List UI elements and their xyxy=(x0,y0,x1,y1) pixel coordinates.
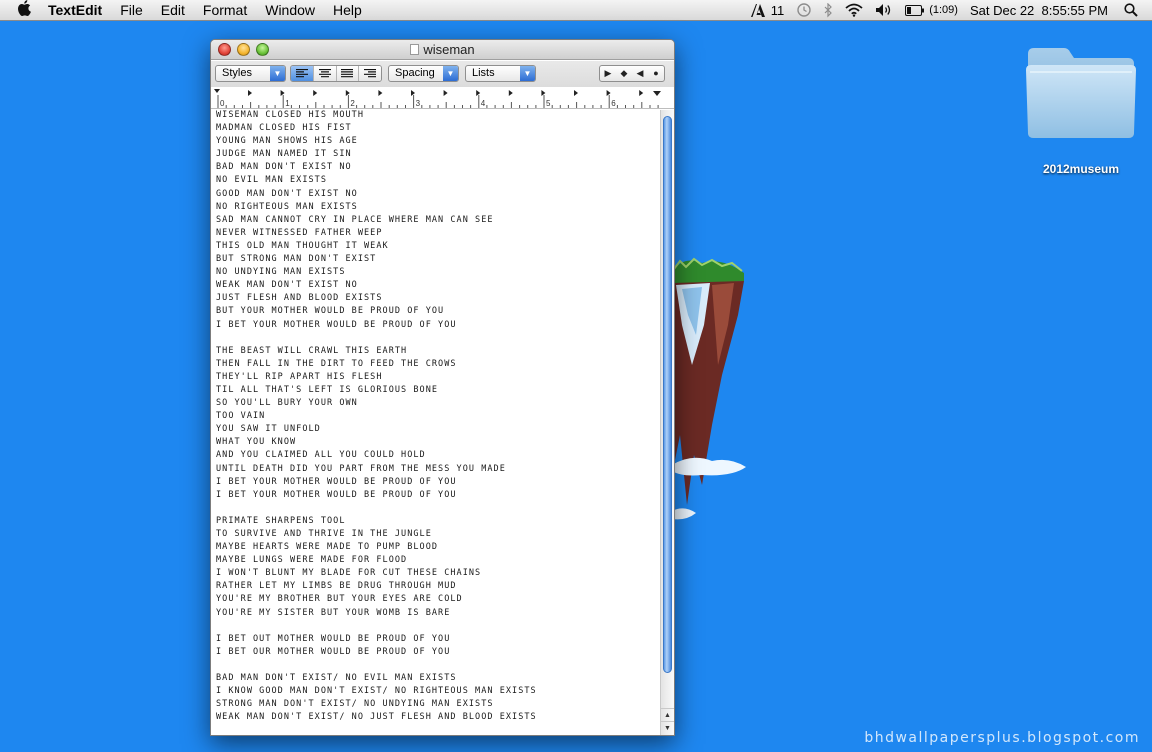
ruler-label: 5 xyxy=(546,99,551,108)
apple-menu-icon[interactable] xyxy=(0,0,48,21)
window-titlebar[interactable]: wiseman xyxy=(211,40,674,60)
menu-window[interactable]: Window xyxy=(256,0,324,21)
align-left-icon xyxy=(295,69,308,78)
tab-stop-marker[interactable] xyxy=(248,90,252,96)
window-title-text: wiseman xyxy=(423,42,475,57)
menu-file[interactable]: File xyxy=(111,0,152,21)
format-toolbar: Styles ▼ Spacing ▼ Lists ▼ ▶ ◆ ◀ ● xyxy=(211,61,674,87)
menu-extras: 11 (1:09) Sat Dec 22 8:55:55 PM xyxy=(745,0,1152,21)
bluetooth-icon[interactable] xyxy=(818,0,839,21)
menu-bar: TextEdit File Edit Format Window Help 11… xyxy=(0,0,1152,21)
tab-stop-marker[interactable] xyxy=(476,90,481,96)
right-tab-stop-icon[interactable]: ◀ xyxy=(632,66,648,81)
menu-format[interactable]: Format xyxy=(194,0,256,21)
align-right-icon xyxy=(364,69,377,78)
scroll-up-arrow-icon[interactable]: ▲ xyxy=(661,708,674,721)
tab-stop-marker[interactable] xyxy=(443,90,448,96)
tab-stop-controls: ▶ ◆ ◀ ● xyxy=(599,65,665,82)
battery-icon[interactable] xyxy=(899,0,927,21)
tab-stop-marker[interactable] xyxy=(639,90,644,96)
vertical-scrollbar[interactable]: ▲ ▼ xyxy=(660,110,674,735)
ruler-label: 2 xyxy=(350,99,355,108)
tab-stop-marker[interactable] xyxy=(378,90,383,96)
ruler-label: 1 xyxy=(285,99,290,108)
tab-stop-marker[interactable] xyxy=(541,90,546,96)
tab-stop-marker[interactable] xyxy=(606,90,611,96)
decimal-tab-stop-icon[interactable]: ● xyxy=(648,66,664,81)
tab-stop-marker[interactable] xyxy=(411,90,415,96)
align-center-icon xyxy=(318,69,331,78)
window-title: wiseman xyxy=(211,40,674,60)
desktop-folder-label[interactable]: 2012museum xyxy=(1010,162,1152,176)
tab-stop-marker[interactable] xyxy=(574,90,578,96)
menu-edit[interactable]: Edit xyxy=(152,0,194,21)
clock[interactable]: Sat Dec 22 8:55:55 PM xyxy=(964,0,1118,21)
spotlight-search-icon[interactable] xyxy=(1118,0,1152,21)
ruler-label: 6 xyxy=(611,99,616,108)
ruler-label: 0 xyxy=(220,99,225,108)
lists-popup[interactable]: Lists ▼ xyxy=(465,65,536,82)
wifi-icon[interactable] xyxy=(839,0,869,21)
left-tab-stop-icon[interactable]: ▶ xyxy=(600,66,616,81)
scrollbar-thumb[interactable] xyxy=(663,116,672,673)
chevron-down-icon: ▼ xyxy=(270,66,285,81)
wallpaper-floating-island xyxy=(672,255,748,525)
tab-stop-marker[interactable] xyxy=(345,90,350,96)
textedit-window: wiseman Styles ▼ Spacing ▼ Lists ▼ ▶ ◆ ◀… xyxy=(210,39,675,736)
document-text[interactable]: WISEMAN CLOSED HIS MOUTH MADMAN CLOSED H… xyxy=(216,110,656,724)
spacing-popup[interactable]: Spacing ▼ xyxy=(388,65,459,82)
chevron-down-icon: ▼ xyxy=(443,66,458,81)
desktop-folder-icon[interactable] xyxy=(1024,46,1138,142)
scroll-down-arrow-icon[interactable]: ▼ xyxy=(661,721,674,734)
ruler-ticks xyxy=(217,95,659,108)
tab-stop-marker[interactable] xyxy=(280,90,285,96)
align-justify-icon xyxy=(341,69,354,78)
ruler-label: 3 xyxy=(415,99,421,108)
time-machine-icon[interactable] xyxy=(790,0,818,21)
battery-time[interactable]: (1:09) xyxy=(927,0,964,21)
app-menu-textedit[interactable]: TextEdit xyxy=(48,0,111,21)
ruler[interactable]: 0 1 2 3 4 5 6 xyxy=(211,87,674,109)
styles-popup-label: Styles xyxy=(222,67,252,79)
align-right-button[interactable] xyxy=(359,66,381,81)
ruler-label: 4 xyxy=(480,99,486,108)
tab-stop-marker[interactable] xyxy=(313,90,318,96)
document-proxy-icon[interactable] xyxy=(410,44,420,55)
volume-icon[interactable] xyxy=(869,0,899,21)
center-tab-stop-icon[interactable]: ◆ xyxy=(616,66,632,81)
ruler-scale xyxy=(214,89,661,108)
adobe-update-count[interactable]: 11 xyxy=(771,0,791,21)
spacing-popup-label: Spacing xyxy=(395,67,435,79)
menu-help[interactable]: Help xyxy=(324,0,371,21)
watermark-text: bhdwallpapersplus.blogspot.com xyxy=(864,730,1140,746)
align-left-button[interactable] xyxy=(291,66,314,81)
styles-popup[interactable]: Styles ▼ xyxy=(215,65,286,82)
align-justify-button[interactable] xyxy=(336,66,360,81)
lists-popup-label: Lists xyxy=(472,67,495,79)
alignment-segmented-control xyxy=(290,65,382,82)
chevron-down-icon: ▼ xyxy=(520,66,535,81)
tab-stop-marker[interactable] xyxy=(508,90,513,96)
align-center-button[interactable] xyxy=(313,66,337,81)
adobe-updater-icon[interactable] xyxy=(745,0,771,21)
document-text-area[interactable]: WISEMAN CLOSED HIS MOUTH MADMAN CLOSED H… xyxy=(211,110,661,735)
